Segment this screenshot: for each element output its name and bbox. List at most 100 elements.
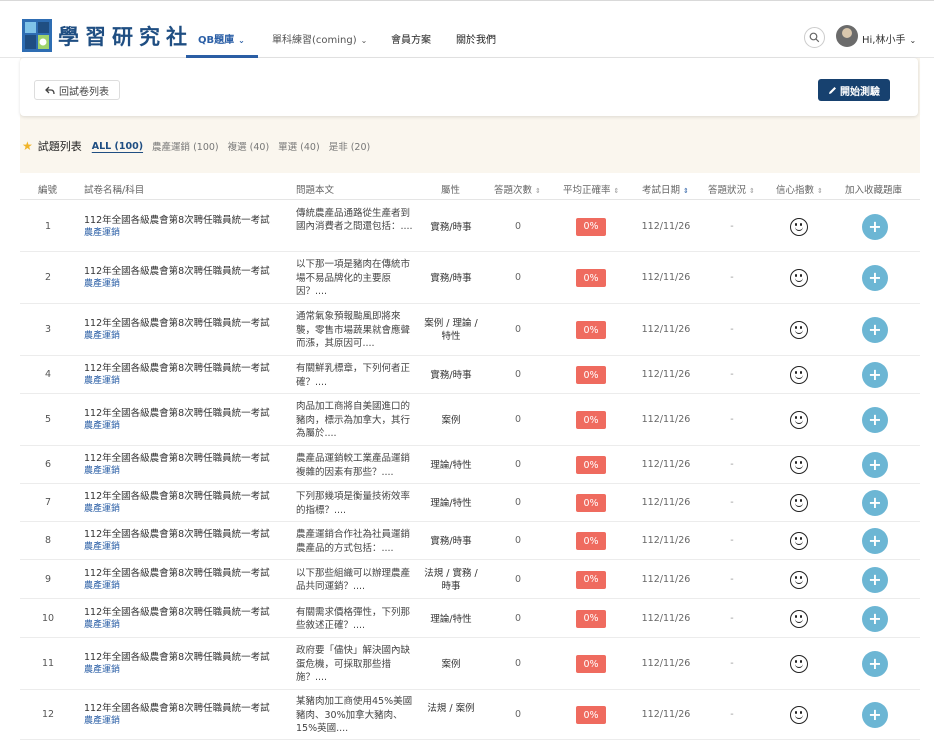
nav-qb-bank[interactable]: QB題庫 ⌄ [198,31,245,46]
table-row[interactable]: 12 112年全國各級農會第8次聘任職員統一考試 農產運銷 某豬肉加工商使用45%美國… [20,690,920,740]
col-exam-date[interactable]: 考試日期 ⇕ [642,182,689,196]
col-number: 編號 [38,185,58,196]
user-menu[interactable]: Hi,林小手 ⌄ [862,31,916,46]
answer-status: - [730,573,734,585]
avg-rate-badge: 0% [576,494,606,512]
table-row[interactable]: 10 112年全國各級農會第8次聘任職員統一考試 農產運銷 有關需求價格彈性，下列那些… [20,599,920,638]
add-to-favorites-button[interactable]: + [862,265,888,291]
tab-single-choice[interactable]: 單選 (40) [278,139,320,153]
exam-name: 112年全國各級農會第8次聘任職員統一考試 [84,606,270,618]
smiley-face-icon[interactable] [790,217,808,236]
answer-status: - [730,272,734,283]
add-to-favorites-button[interactable]: + [862,490,888,516]
question-text[interactable]: 以下那些組織可以辦理農產品共同運銷？.... [296,567,414,594]
smiley-face-icon[interactable] [790,494,808,512]
sort-icon: ⇕ [817,187,823,195]
exam-name: 112年全國各級農會第8次聘任職員統一考試 [84,363,270,374]
smiley-face-icon[interactable] [790,609,808,628]
question-text[interactable]: 下列那幾項是衡量技術效率的指標？.... [296,490,414,517]
table-row[interactable]: 11 112年全國各級農會第8次聘任職員統一考試 農產運銷 政府要「儘快」解決國內缺蛋… [20,638,920,690]
smiley-face-icon[interactable] [790,655,808,673]
table-row[interactable]: 4 112年全國各級農會第8次聘任職員統一考試 農產運銷 有關鮮乳標章，下列何者正確？… [20,356,920,394]
start-test-button[interactable]: 開始測驗 [818,79,890,101]
attribute-text: 理論/特性 [430,613,472,625]
add-to-favorites-button[interactable]: + [862,605,888,632]
question-text[interactable]: 農產品運銷較工業產品運銷複雜的因素有那些？.... [296,452,414,479]
back-to-exam-list-button[interactable]: 回試卷列表 [34,80,120,100]
smiley-face-icon[interactable] [790,532,808,550]
table-row[interactable]: 1 112年全國各級農會第8次聘任職員統一考試 農產運銷 傳統農產品通路從生產者到國內… [20,201,920,252]
smiley-face-icon[interactable] [790,706,808,724]
tab-true-false[interactable]: 是非 (20) [329,139,371,153]
smiley-face-icon[interactable] [790,411,808,429]
question-text[interactable]: 某豬肉加工商使用45%美國豬肉、30%加拿大豬肉、15%英國.... [296,695,414,736]
smiley-face-icon[interactable] [790,570,808,589]
exam-name: 112年全國各級農會第8次聘任職員統一考試 [84,567,270,579]
tab-multiple-choice[interactable]: 複選 (40) [228,139,270,153]
smiley-mouth [794,618,803,623]
toolbar-card [20,58,918,116]
table-row[interactable]: 2 112年全國各級農會第8次聘任職員統一考試 農產運銷 以下那一項是豬肉在傳統市場不… [20,252,920,304]
question-text[interactable]: 通常氣象預報颱風即將來襲，零售市場蔬果就會應聲而漲，其原因可.... [296,310,414,351]
smiley-face-icon[interactable] [790,321,808,339]
add-to-favorites-button[interactable]: + [862,317,888,343]
question-text[interactable]: 肉品加工商將自美國進口的豬肉，標示為加拿大，其行為屬於.... [296,400,414,441]
add-to-favorites-button[interactable]: + [862,702,888,728]
row-number: 7 [44,497,52,508]
tab-agri-marketing[interactable]: 農產運銷 (100) [152,139,219,153]
table-row[interactable]: 6 112年全國各級農會第8次聘任職員統一考試 農產運銷 農產品運銷較工業產品運銷複雜… [20,446,920,484]
table-row[interactable]: 7 112年全國各級農會第8次聘任職員統一考試 農產運銷 下列那幾項是衡量技術效率的指… [20,484,920,522]
add-to-favorites-button[interactable]: + [862,213,888,240]
answer-count: 0 [514,459,522,470]
plus-circle-icon: + [868,608,882,628]
question-text[interactable]: 農產運銷合作社為社員運銷農產品的方式包括：.... [296,528,414,555]
table-row[interactable]: 8 112年全國各級農會第8次聘任職員統一考試 農產運銷 農產運銷合作社為社員運銷農產… [20,522,920,560]
question-text[interactable]: 有關需求價格彈性，下列那些敘述正確？.... [296,606,414,633]
avatar[interactable] [836,25,858,47]
chevron-down-icon: ⌄ [238,36,245,45]
col-answer-count[interactable]: 答題次數 ⇕ [494,182,541,196]
col-answer-status[interactable]: 答題狀況 ⇕ [708,182,755,196]
nav-subject-practice[interactable]: 單科練習(coming) ⌄ [272,31,367,46]
table-row[interactable]: 3 112年全國各級農會第8次聘任職員統一考試 農產運銷 通常氣象預報颱風即將來襲，零… [20,304,920,356]
subject-name: 農產運銷 [84,580,121,591]
nav-membership[interactable]: 會員方案 [391,31,431,46]
top-header: 學習研究社 QB題庫 ⌄ 單科練習(coming) ⌄ 會員方案 關於我們 Hi,林… [0,0,934,58]
nav-about-us[interactable]: 關於我們 [456,31,496,46]
smiley-face-icon[interactable] [790,269,808,287]
logo-icon[interactable] [22,19,52,52]
exam-name-cell: 112年全國各級農會第8次聘任職員統一考試 農產運銷 [84,408,284,432]
smiley-face-icon[interactable] [790,366,808,384]
question-text[interactable]: 政府要「儘快」解決國內缺蛋危機，可採取那些措施？.... [296,644,414,685]
chevron-down-icon: ⌄ [909,36,917,45]
pencil-icon [829,86,836,94]
add-to-favorites-button[interactable]: + [862,651,888,677]
col-confidence[interactable]: 信心指數 ⇕ [776,182,823,196]
question-text[interactable]: 傳統農產品通路從生產者到國內消費者之間還包括：.... [296,207,414,234]
search-button[interactable] [804,27,825,48]
avg-rate-badge: 0% [576,609,606,628]
avg-rate-badge: 0% [576,456,606,474]
plus-circle-icon: + [868,493,882,512]
exam-date: 112/11/26 [641,459,691,470]
logo-text[interactable]: 學習研究社 [58,21,193,51]
add-to-favorites-button[interactable]: + [862,566,888,593]
smiley-mouth [794,374,803,379]
tab-all[interactable]: ALL (100) [92,141,143,152]
exam-date: 112/11/26 [641,573,691,585]
smiley-face-icon[interactable] [790,456,808,474]
table-row[interactable]: 9 112年全國各級農會第8次聘任職員統一考試 農產運銷 以下那些組織可以辦理農產品共… [20,560,920,599]
exam-name: 112年全國各級農會第8次聘任職員統一考試 [84,214,270,226]
exam-name-cell: 112年全國各級農會第8次聘任職員統一考試 農產運銷 [84,453,284,477]
add-to-favorites-button[interactable]: + [862,407,888,433]
question-text[interactable]: 有關鮮乳標章，下列何者正確？.... [296,362,414,389]
smiley-mouth [794,419,803,424]
question-text[interactable]: 以下那一項是豬肉在傳統市場不易品牌化的主要原因？.... [296,258,414,299]
table-row[interactable]: 5 112年全國各級農會第8次聘任職員統一考試 農產運銷 肉品加工商將自美國進口的豬肉… [20,394,920,446]
col-exam-date-label: 考試日期 [642,185,681,196]
col-avg-rate[interactable]: 平均正確率 ⇕ [563,182,619,196]
exam-name: 112年全國各級農會第8次聘任職員統一考試 [84,266,270,277]
add-to-favorites-button[interactable]: + [862,362,888,388]
add-to-favorites-button[interactable]: + [862,528,888,554]
add-to-favorites-button[interactable]: + [862,452,888,478]
